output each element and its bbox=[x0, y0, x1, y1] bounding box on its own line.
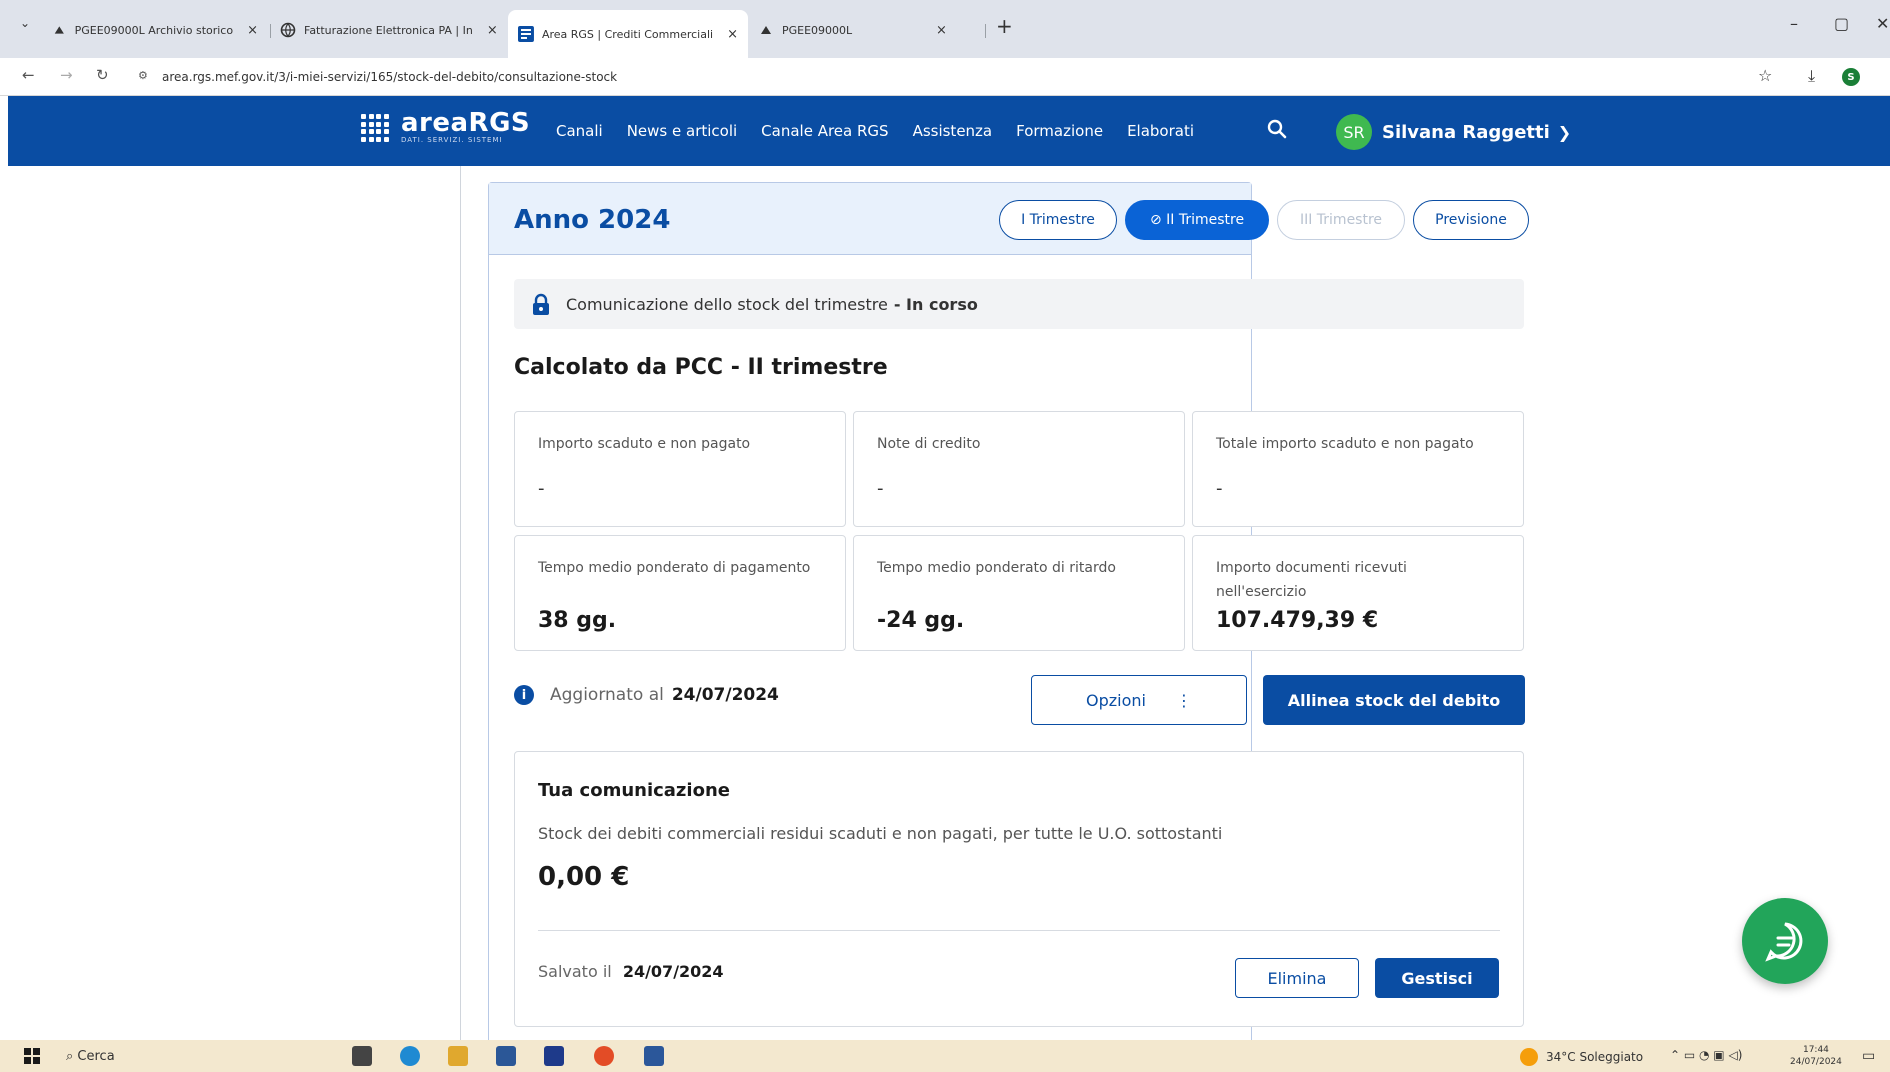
word-icon[interactable] bbox=[644, 1046, 664, 1066]
minimize-button[interactable]: – bbox=[1790, 14, 1798, 33]
metric-note-credito: Note di credito - bbox=[853, 411, 1185, 527]
chevron-down-icon: ❯ bbox=[1557, 122, 1572, 142]
close-window-button[interactable]: ✕ bbox=[1876, 14, 1889, 33]
cloud-icon bbox=[54, 26, 64, 34]
manage-button[interactable]: Gestisci bbox=[1375, 958, 1499, 998]
updated-row: i Aggiornato al 24/07/2024 bbox=[514, 685, 779, 705]
options-button[interactable]: Opzioni ⋮ bbox=[1031, 675, 1247, 725]
new-tab-button[interactable]: + bbox=[996, 14, 1013, 38]
os-taskbar: ⌕ Cerca 34°C Soleggiato ⌃ ▭ ◔ ▣ ◁) 17:44… bbox=[0, 1040, 1890, 1072]
notifications-icon[interactable]: ▭ bbox=[1862, 1048, 1875, 1064]
address-bar-row: ← → ↻ ⚙ area.rgs.mef.gov.it/3/i-miei-ser… bbox=[0, 58, 1890, 96]
maximize-button[interactable]: ▢ bbox=[1834, 14, 1849, 33]
area-rgs-logo[interactable]: areaRGS DATI. SERVIZI. SISTEMI bbox=[361, 110, 530, 144]
bookmark-star-icon[interactable]: ☆ bbox=[1758, 66, 1772, 85]
weather-widget[interactable]: 34°C Soleggiato bbox=[1520, 1048, 1643, 1066]
download-icon[interactable]: ⤓ bbox=[1808, 66, 1815, 86]
nav-news[interactable]: News e articoli bbox=[627, 122, 737, 140]
site-header: areaRGS DATI. SERVIZI. SISTEMI Canali Ne… bbox=[8, 96, 1890, 166]
main-nav: Canali News e articoli Canale Area RGS A… bbox=[556, 122, 1218, 140]
nav-canale-area-rgs[interactable]: Canale Area RGS bbox=[761, 122, 888, 140]
store-icon[interactable] bbox=[544, 1046, 564, 1066]
browser-tab-bar: ⌄ PGEE09000L Archivio storico × Fatturaz… bbox=[0, 0, 1890, 58]
edge-icon[interactable] bbox=[400, 1046, 420, 1066]
taskbar-search[interactable]: ⌕ Cerca bbox=[66, 1049, 115, 1064]
chat-bubble-icon bbox=[1765, 922, 1803, 962]
back-icon[interactable]: ← bbox=[22, 66, 35, 84]
updated-date: 24/07/2024 bbox=[671, 685, 779, 705]
close-tab-icon[interactable]: × bbox=[727, 27, 738, 42]
user-name: Silvana Raggetti bbox=[1382, 121, 1550, 143]
tab-list-button[interactable]: ⌄ bbox=[20, 16, 30, 30]
close-tab-icon[interactable]: × bbox=[936, 23, 947, 38]
file-explorer-icon[interactable] bbox=[448, 1046, 468, 1066]
globe-icon bbox=[280, 22, 296, 38]
tab-trimestre-1[interactable]: I Trimestre bbox=[999, 200, 1117, 240]
windows-start-icon[interactable] bbox=[22, 1046, 42, 1066]
tab-previsione[interactable]: Previsione bbox=[1413, 200, 1529, 240]
metric-importo-documenti: Importo documenti ricevuti nell'esercizi… bbox=[1192, 535, 1524, 651]
clock[interactable]: 17:44 24/07/2024 bbox=[1790, 1044, 1842, 1068]
section-title: Calcolato da PCC - II trimestre bbox=[514, 355, 888, 380]
close-tab-icon[interactable]: × bbox=[487, 23, 498, 38]
metric-tempo-ritardo: Tempo medio ponderato di ritardo -24 gg. bbox=[853, 535, 1185, 651]
task-view-icon[interactable] bbox=[352, 1046, 372, 1066]
screen: ⌄ PGEE09000L Archivio storico × Fatturaz… bbox=[0, 0, 1890, 1072]
user-avatar: SR bbox=[1336, 114, 1372, 150]
metric-importo-scaduto: Importo scaduto e non pagato - bbox=[514, 411, 846, 527]
status-bar: Comunicazione dello stock del trimestre … bbox=[514, 279, 1524, 329]
year-title: Anno 2024 bbox=[514, 205, 671, 235]
saved-row: Salvato il 24/07/2024 bbox=[538, 962, 724, 981]
lock-icon bbox=[533, 293, 549, 315]
stock-card: Anno 2024 I Trimestre ⊘ II Trimestre III… bbox=[488, 182, 1529, 1040]
nav-assistenza[interactable]: Assistenza bbox=[913, 122, 993, 140]
nav-formazione[interactable]: Formazione bbox=[1016, 122, 1103, 140]
cloud-icon bbox=[761, 26, 771, 34]
logo-grid-icon bbox=[361, 114, 389, 142]
divider bbox=[538, 930, 1500, 931]
metric-totale-scaduto: Totale importo scaduto e non pagato - bbox=[1192, 411, 1524, 527]
url-field[interactable]: ⚙ area.rgs.mef.gov.it/3/i-miei-servizi/1… bbox=[138, 63, 1738, 90]
chat-button[interactable] bbox=[1742, 898, 1828, 984]
tab-trimestre-2[interactable]: ⊘ II Trimestre bbox=[1125, 200, 1269, 240]
browser-tab[interactable]: Fatturazione Elettronica PA | In × bbox=[280, 14, 504, 46]
browser-tab[interactable]: PGEE09000L × bbox=[758, 14, 988, 46]
tab-trimestre-3: III Trimestre bbox=[1277, 200, 1405, 240]
delete-button[interactable]: Elimina bbox=[1235, 958, 1359, 998]
left-divider bbox=[460, 166, 461, 1040]
communication-box: Tua comunicazione Stock dei debiti comme… bbox=[514, 751, 1524, 1027]
browser-tab[interactable]: PGEE09000L Archivio storico × bbox=[52, 14, 258, 46]
nav-canali[interactable]: Canali bbox=[556, 122, 603, 140]
status-text: Comunicazione dello stock del trimestre bbox=[566, 294, 888, 314]
nav-elaborati[interactable]: Elaborati bbox=[1127, 122, 1194, 140]
search-icon[interactable] bbox=[1266, 118, 1288, 140]
metric-tempo-pagamento: Tempo medio ponderato di pagamento 38 gg… bbox=[514, 535, 846, 651]
close-tab-icon[interactable]: × bbox=[247, 23, 258, 38]
mail-icon[interactable] bbox=[496, 1046, 516, 1066]
status-value: - In corso bbox=[893, 294, 978, 314]
profile-avatar[interactable]: S bbox=[1842, 68, 1860, 86]
user-menu[interactable]: SR Silvana Raggetti ❯ bbox=[1336, 114, 1571, 150]
site-info-icon[interactable]: ⚙ bbox=[138, 69, 148, 82]
browser-tab-active[interactable]: Area RGS | Crediti Commerciali × bbox=[508, 10, 748, 58]
area-rgs-favicon-icon bbox=[518, 26, 534, 42]
info-icon: i bbox=[514, 685, 534, 705]
chrome-icon[interactable] bbox=[594, 1046, 614, 1066]
forward-icon[interactable]: → bbox=[60, 66, 73, 84]
reload-icon[interactable]: ↻ bbox=[96, 66, 109, 84]
more-vertical-icon: ⋮ bbox=[1175, 690, 1192, 710]
communication-value: 0,00 € bbox=[538, 862, 630, 892]
system-tray[interactable]: ⌃ ▭ ◔ ▣ ◁) bbox=[1670, 1048, 1742, 1062]
align-stock-button[interactable]: Allinea stock del debito bbox=[1263, 675, 1525, 725]
card-header: Anno 2024 I Trimestre ⊘ II Trimestre III… bbox=[489, 183, 1529, 255]
sun-icon bbox=[1520, 1048, 1538, 1066]
